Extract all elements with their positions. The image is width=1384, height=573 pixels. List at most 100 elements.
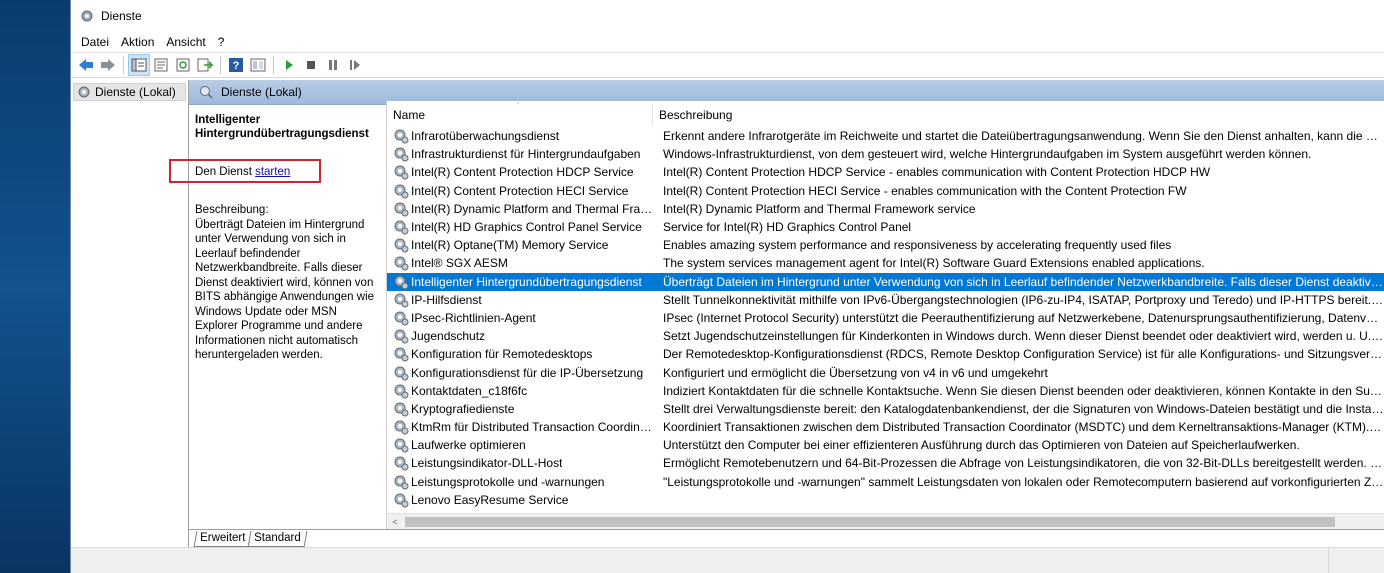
menu-ansicht[interactable]: Ansicht (160, 35, 211, 49)
scroll-left-arrow[interactable]: < (387, 517, 403, 527)
service-gear-icon (394, 384, 409, 399)
back-arrow-icon[interactable] (75, 54, 97, 76)
service-name-cell: Intel(R) Content Protection HDCP Service (387, 164, 653, 180)
service-name-cell: Leistungsindikator-DLL-Host (387, 455, 653, 471)
service-name-cell: Intelligenter Hintergrundübertragungsdie… (387, 274, 653, 290)
service-gear-icon (394, 456, 409, 471)
table-row[interactable]: Konfigurationsdienst für die IP-Übersetz… (387, 363, 1384, 381)
table-row[interactable]: IPsec-Richtlinien-Agent IPsec (Internet P… (387, 309, 1384, 327)
service-description: Der Remotedesktop-Konfigurationsdienst (… (663, 347, 1384, 362)
console-tree-icon[interactable] (128, 54, 150, 76)
service-name: Infrastrukturdienst für Hintergrundaufga… (411, 147, 641, 162)
column-headers: ˆ Name Beschreibung (387, 101, 1384, 127)
table-row[interactable]: IP-Hilfsdienst Stellt Tunnelkonnektivität… (387, 291, 1384, 309)
service-name: Kontaktdaten_c18f6fc (411, 383, 528, 398)
service-description: Intel(R) Dynamic Platform and Thermal Fr… (663, 201, 976, 216)
table-row[interactable]: Intelligenter Hintergrundübertragungsdie… (387, 272, 1384, 291)
service-description: Setzt Jugendschutzeinstellungen für Kind… (663, 329, 1384, 344)
service-name-cell: Intel(R) Dynamic Platform and Thermal Fr… (387, 201, 653, 217)
tab-label: Standard (254, 532, 302, 544)
service-gear-icon (394, 220, 409, 235)
restart-icon[interactable] (344, 54, 366, 76)
table-row[interactable]: KtmRm für Distributed Transaction Coordi… (387, 418, 1384, 436)
toolbar-separator (220, 56, 221, 74)
service-description: The system services management agent for… (663, 256, 1205, 271)
status-bar (71, 547, 1384, 573)
services-list: ˆ Name Beschreibung Infrarotüberwachungs… (386, 101, 1384, 529)
horizontal-scrollbar[interactable]: < (387, 513, 1384, 529)
table-row[interactable]: Laufwerke optimieren Unterstützt den Comp… (387, 436, 1384, 454)
service-description: Intel(R) Content Protection HECI Service… (663, 183, 1187, 198)
service-gear-icon (394, 275, 409, 290)
service-name-cell: KtmRm für Distributed Transaction Coordi… (387, 419, 653, 435)
table-row[interactable]: Infrarotüberwachungsdienst Erkennt andere… (387, 127, 1384, 145)
selected-service-name: Intelligenter Hintergrundübertragungsdie… (195, 114, 369, 140)
description-text: Überträgt Dateien im Hintergrund unter V… (195, 218, 375, 362)
refresh-icon[interactable] (172, 54, 194, 76)
pause-icon[interactable] (322, 54, 344, 76)
play-icon[interactable] (278, 54, 300, 76)
service-gear-icon (394, 256, 409, 271)
status-pane (71, 548, 1329, 573)
service-gear-icon (394, 184, 409, 199)
column-header-name[interactable]: Name (387, 104, 653, 126)
service-name-cell: IPsec-Richtlinien-Agent (387, 310, 653, 326)
service-name: Intel(R) Content Protection HECI Service (411, 183, 629, 198)
scroll-thumb[interactable] (405, 516, 1335, 527)
service-name-cell: Konfigurationsdienst für die IP-Übersetz… (387, 365, 653, 381)
tree-item-services-local[interactable]: Dienste (Lokal) (73, 83, 186, 101)
service-detail-panel: Intelligenter Hintergrundübertragungsdie… (169, 105, 386, 547)
service-description: Windows-Infrastrukturdienst, von dem ges… (663, 147, 1312, 162)
view-tabs: Erweitert Standard (189, 529, 1384, 547)
properties-icon[interactable] (150, 54, 172, 76)
menu-help[interactable]: ? (212, 35, 231, 49)
menu-aktion[interactable]: Aktion (115, 35, 160, 49)
sort-indicator: ˆ (517, 103, 520, 110)
table-row[interactable]: Intel(R) HD Graphics Control Panel Servi… (387, 218, 1384, 236)
stop-icon[interactable] (300, 54, 322, 76)
table-row[interactable]: Kontaktdaten_c18f6fc Indiziert Kontaktdat… (387, 382, 1384, 400)
help-icon[interactable]: ? (225, 54, 247, 76)
service-gear-icon (394, 493, 409, 508)
forward-arrow-icon[interactable] (97, 54, 119, 76)
service-name-cell: Kontaktdaten_c18f6fc (387, 383, 653, 399)
service-description: Konfiguriert und ermöglicht die Übersetz… (663, 365, 1048, 380)
column-header-description[interactable]: Beschreibung (653, 104, 732, 126)
table-row[interactable]: Lenovo EasyResume Service (387, 491, 1384, 509)
table-row[interactable]: Konfiguration für Remotedesktops Der Remo… (387, 345, 1384, 363)
highlight-box (169, 159, 321, 183)
table-row[interactable]: Infrastrukturdienst für Hintergrundaufga… (387, 145, 1384, 163)
tab-erweitert[interactable]: Erweitert (193, 531, 252, 547)
service-name: Intelligenter Hintergrundübertragungsdie… (411, 274, 642, 289)
export-icon[interactable] (194, 54, 216, 76)
view-icon[interactable] (247, 54, 269, 76)
tree-item-label: Dienste (Lokal) (95, 85, 176, 99)
pane-title: Dienste (Lokal) (221, 85, 302, 99)
table-row[interactable]: Leistungsindikator-DLL-Host Ermöglicht Re… (387, 454, 1384, 472)
service-name-cell: Infrastrukturdienst für Hintergrundaufga… (387, 146, 653, 162)
service-description: Enables amazing system performance and r… (663, 238, 1172, 253)
services-pane: Dienste (Lokal) Intelligenter Hintergrun… (169, 80, 1384, 547)
table-row[interactable]: Intel(R) Content Protection HDCP Service… (387, 163, 1384, 181)
service-name: Intel® SGX AESM (411, 256, 508, 271)
table-row[interactable]: Intel® SGX AESM The system services manag… (387, 254, 1384, 272)
gear-icon (78, 86, 90, 98)
service-name: Intel(R) Content Protection HDCP Service (411, 165, 634, 180)
table-row[interactable]: Leistungsprotokolle und -warnungen "Leist… (387, 473, 1384, 491)
table-row[interactable]: Jugendschutz Setzt Jugendschutzeinstellun… (387, 327, 1384, 345)
service-name: Konfiguration für Remotedesktops (411, 347, 593, 362)
tab-standard[interactable]: Standard (247, 531, 308, 547)
service-gear-icon (394, 165, 409, 180)
table-row[interactable]: Kryptografiedienste Stellt drei Verwaltun… (387, 400, 1384, 418)
menu-datei[interactable]: Datei (75, 35, 115, 49)
service-description: IPsec (Internet Protocol Security) unter… (663, 310, 1384, 325)
service-description: Unterstützt den Computer bei einer effiz… (663, 438, 1300, 453)
service-gear-icon (394, 438, 409, 453)
service-name: Kryptografiedienste (411, 401, 515, 416)
service-name-cell: Leistungsprotokolle und -warnungen (387, 474, 653, 490)
service-gear-icon (394, 366, 409, 381)
table-row[interactable]: Intel(R) Content Protection HECI Service… (387, 182, 1384, 200)
description-label: Beschreibung: (195, 204, 269, 216)
table-row[interactable]: Intel(R) Optane(TM) Memory Service Enable… (387, 236, 1384, 254)
table-row[interactable]: Intel(R) Dynamic Platform and Thermal Fr… (387, 200, 1384, 218)
